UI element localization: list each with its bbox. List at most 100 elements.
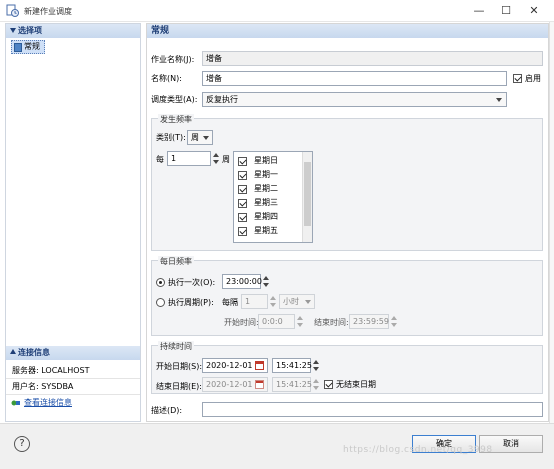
sidebar-item-general[interactable]: 常规 xyxy=(11,40,45,54)
list-item[interactable]: 星期日 xyxy=(238,155,303,168)
end-time-of-day-spinner[interactable] xyxy=(312,377,320,392)
end-date-label: 结束日期(E): xyxy=(156,382,202,391)
schedule-type-select[interactable]: 反复执行 xyxy=(202,92,507,107)
enable-label: 启用 xyxy=(525,74,541,83)
list-item[interactable]: 星期一 xyxy=(238,169,303,182)
every-weeks-input[interactable]: 1 xyxy=(167,151,211,166)
week-unit-label: 周 xyxy=(222,155,230,164)
schedule-type-label: 调度类型(A): xyxy=(151,95,198,104)
weekday-label: 星期一 xyxy=(254,170,278,179)
sidebar-item-label: 常规 xyxy=(24,42,40,51)
duration-group-title: 持续时间 xyxy=(158,341,194,352)
sidebar: 选择项 常规 连接信息 服务器: LOCALHOST 用户名: SYSDBA 查… xyxy=(5,23,141,422)
run-once-radio[interactable] xyxy=(156,278,165,287)
server-info: 服务器: LOCALHOST xyxy=(6,363,140,379)
every-label: 每 xyxy=(156,155,164,164)
chevron-down-icon xyxy=(203,136,209,140)
weekday-label: 星期日 xyxy=(254,156,278,165)
start-date-input[interactable]: 2020-12-01 xyxy=(202,358,268,373)
description-label: 描述(D): xyxy=(151,406,183,415)
maximize-button[interactable]: ☐ xyxy=(492,0,520,22)
options-section-header[interactable]: 选择项 xyxy=(6,24,140,38)
list-item[interactable]: 星期二 xyxy=(238,183,303,196)
user-info: 用户名: SYSDBA xyxy=(6,379,140,395)
weekday-checkbox[interactable] xyxy=(238,199,247,208)
run-once-label: 执行一次(O): xyxy=(168,278,216,287)
weekday-checkbox[interactable] xyxy=(238,171,247,180)
page-title: 常规 xyxy=(147,24,548,38)
daily-group-title: 每日频率 xyxy=(158,256,194,267)
window-title: 新建作业调度 xyxy=(24,7,72,16)
category-label: 类别(T): xyxy=(156,133,186,142)
run-once-time-input[interactable]: 23:00:00 xyxy=(222,274,262,289)
chevron-down-icon xyxy=(305,300,311,304)
category-select[interactable]: 周 xyxy=(187,130,213,145)
run-period-radio[interactable] xyxy=(156,298,165,307)
options-header-label: 选择项 xyxy=(18,26,42,35)
chevron-down-icon xyxy=(496,98,502,102)
page-icon xyxy=(14,43,22,52)
job-name-label: 作业名称(J): xyxy=(151,55,195,64)
period-every-label: 每隔 xyxy=(222,298,238,307)
schedule-type-value: 反复执行 xyxy=(206,95,238,104)
weekday-label: 星期二 xyxy=(254,184,278,193)
weekday-label: 星期四 xyxy=(254,212,278,221)
no-end-date-checkbox[interactable] xyxy=(324,380,333,389)
start-date-value: 2020-12-01 xyxy=(206,361,253,370)
weekday-checkbox[interactable] xyxy=(238,213,247,222)
window-edge xyxy=(549,22,554,442)
scrollbar-thumb[interactable] xyxy=(304,162,311,226)
weekday-checkbox[interactable] xyxy=(238,227,247,236)
calendar-icon[interactable] xyxy=(255,380,264,389)
weekday-checkbox[interactable] xyxy=(238,157,247,166)
frequency-group-title: 发生频率 xyxy=(158,114,194,125)
period-unit-value: 小时 xyxy=(283,297,299,306)
end-date-value: 2020-12-01 xyxy=(206,380,253,389)
end-time-label: 结束时间: xyxy=(314,318,349,327)
minimize-button[interactable]: — xyxy=(465,0,493,22)
weekday-scrollbar[interactable] xyxy=(302,152,312,242)
end-time-of-day-input[interactable]: 15:41:25 xyxy=(272,377,312,392)
start-time-input[interactable]: 0:0:0 xyxy=(258,314,295,329)
start-date-label: 开始日期(S): xyxy=(156,362,203,371)
period-every-input[interactable]: 1 xyxy=(241,294,268,309)
connection-icon xyxy=(11,400,20,406)
name-label: 名称(N): xyxy=(151,74,182,83)
run-period-label: 执行周期(P): xyxy=(168,298,214,307)
app-icon xyxy=(6,4,19,17)
connection-section-header[interactable]: 连接信息 xyxy=(6,346,140,360)
description-input[interactable] xyxy=(202,402,543,417)
start-time-spinner[interactable] xyxy=(296,314,304,329)
weekday-list[interactable]: 星期日 星期一 星期二 星期三 星期四 星期五 xyxy=(233,151,313,243)
help-icon[interactable]: ? xyxy=(14,436,30,452)
period-every-spinner[interactable] xyxy=(269,294,277,309)
watermark: https://blog.csdn.net/qq_3998 xyxy=(343,445,493,455)
connection-section: 连接信息 服务器: LOCALHOST 用户名: SYSDBA 查看连接信息 xyxy=(6,346,140,411)
start-time-of-day-spinner[interactable] xyxy=(312,358,320,373)
list-item[interactable]: 星期五 xyxy=(238,225,303,238)
run-once-time-spinner[interactable] xyxy=(262,274,270,289)
weekday-checkbox[interactable] xyxy=(238,185,247,194)
start-time-of-day-input[interactable]: 15:41:25 xyxy=(272,358,312,373)
job-name-field: 增备 xyxy=(202,51,543,66)
connection-header-label: 连接信息 xyxy=(18,348,50,357)
list-item[interactable]: 星期四 xyxy=(238,211,303,224)
collapse-icon xyxy=(10,28,16,33)
name-input[interactable]: 增备 xyxy=(202,71,507,86)
every-weeks-spinner[interactable] xyxy=(212,151,220,166)
list-item[interactable]: 星期三 xyxy=(238,197,303,210)
end-time-spinner[interactable] xyxy=(390,314,398,329)
close-button[interactable]: ✕ xyxy=(520,0,548,22)
calendar-icon[interactable] xyxy=(255,361,264,370)
view-connection-row: 查看连接信息 xyxy=(6,395,140,411)
title-bar: 新建作业调度 — ☐ ✕ xyxy=(0,0,554,22)
enable-checkbox[interactable] xyxy=(513,74,522,83)
no-end-date-label: 无结束日期 xyxy=(336,380,376,389)
end-date-input[interactable]: 2020-12-01 xyxy=(202,377,268,392)
view-connection-link[interactable]: 查看连接信息 xyxy=(24,398,72,407)
end-time-input[interactable]: 23:59:59 xyxy=(349,314,389,329)
expand-icon xyxy=(10,349,16,354)
period-unit-select[interactable]: 小时 xyxy=(279,294,315,309)
weekday-label: 星期三 xyxy=(254,198,278,207)
weekday-label: 星期五 xyxy=(254,226,278,235)
